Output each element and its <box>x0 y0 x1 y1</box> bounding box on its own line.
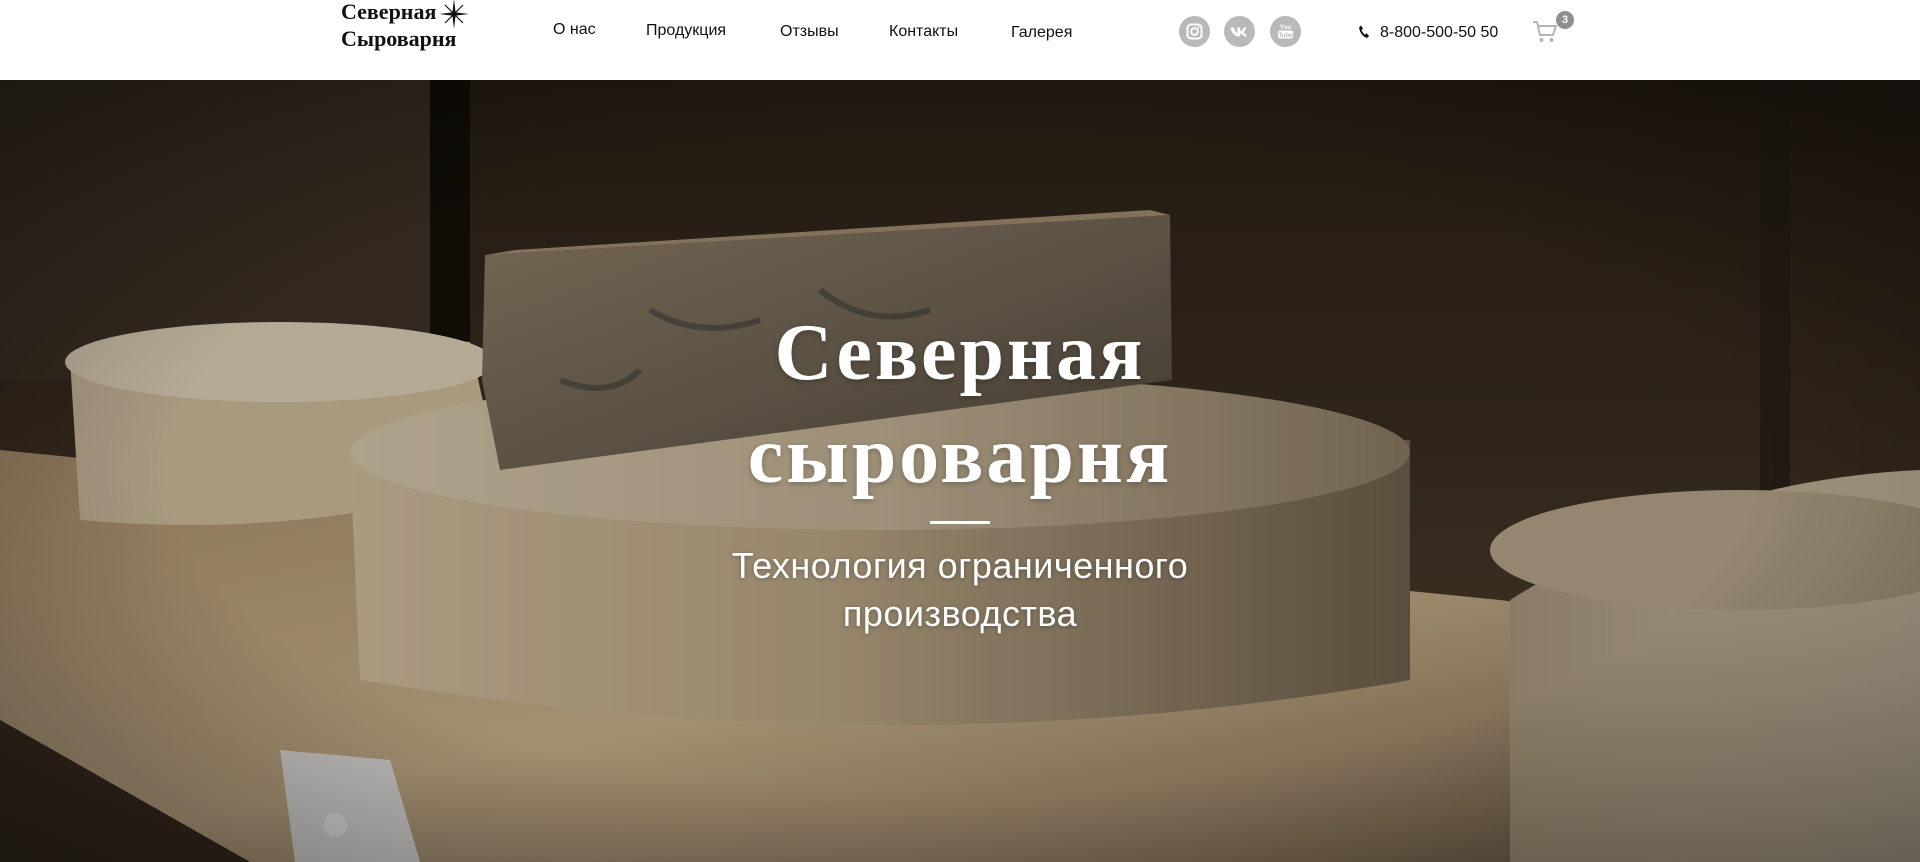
hero-divider <box>930 521 990 524</box>
phone-icon <box>1359 25 1369 38</box>
nav-item-reviews[interactable]: Отзывы <box>780 22 839 42</box>
logo[interactable]: Северная Сыроварня <box>340 0 480 54</box>
hero-title-line-2: сыроварня <box>747 412 1173 500</box>
cart-icon <box>1533 21 1557 42</box>
youtube-icon[interactable]: You Tube <box>1270 16 1301 47</box>
cart-button[interactable]: 3 <box>1532 11 1574 46</box>
vk-icon[interactable] <box>1224 16 1255 47</box>
phone-number: 8-800-500-50 50 <box>1380 24 1499 41</box>
hero-subtitle-line-2: производства <box>842 593 1078 634</box>
hero-subtitle: Технология ограниченного производства <box>660 542 1260 638</box>
nav-item-products[interactable]: Продукция <box>646 21 726 41</box>
instagram-icon[interactable] <box>1179 16 1210 47</box>
logo-line-1: Северная <box>341 0 437 24</box>
hero-section: Северная сыроварня Технология ограниченн… <box>0 80 1920 862</box>
star-icon <box>439 0 469 29</box>
svg-text:You: You <box>1280 24 1292 31</box>
logo-line-2: Сыроварня <box>341 26 457 51</box>
nav-item-gallery[interactable]: Галерея <box>1011 23 1072 43</box>
hero-title: Северная сыроварня <box>560 302 1360 508</box>
site-header: Северная Сыроварня О нас Продукция Отзыв… <box>0 0 1920 80</box>
nav-item-contacts[interactable]: Контакты <box>889 22 958 42</box>
cart-count-badge: 3 <box>1556 11 1574 29</box>
svg-text:Tube: Tube <box>1279 33 1294 39</box>
hero-title-line-1: Северная <box>774 309 1146 397</box>
nav-item-about[interactable]: О нас <box>553 20 596 40</box>
hero-subtitle-line-1: Технология ограниченного <box>731 545 1189 586</box>
